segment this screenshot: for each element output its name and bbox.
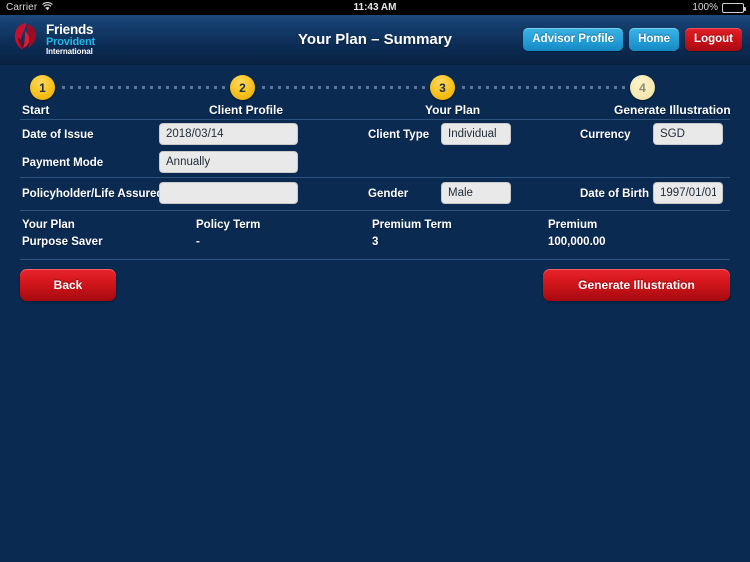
your-plan-value: Purpose Saver [22, 236, 103, 248]
date-of-issue-input[interactable] [159, 123, 298, 145]
payment-mode-label: Payment Mode [22, 157, 104, 169]
stepper-label-start: Start [22, 103, 50, 117]
date-of-birth-label: Date of Birth [580, 188, 649, 200]
client-type-label: Client Type [368, 129, 430, 141]
brand-logo: Friends Provident International [12, 21, 95, 58]
client-type-input[interactable] [441, 123, 511, 145]
date-of-birth-input[interactable] [653, 182, 723, 204]
form-row-3: Policyholder/Life Assured 1 Gender Date … [0, 182, 750, 210]
header-actions: Advisor Profile Home Logout [523, 27, 742, 52]
home-button[interactable]: Home [629, 27, 680, 52]
carrier-label: Carrier [6, 2, 38, 13]
divider-above-actions [20, 259, 730, 260]
premium-value: 100,000.00 [548, 236, 606, 248]
brand-name-line3: International [46, 46, 93, 56]
rose-logo-icon [12, 21, 42, 58]
stepper-step-1-number: 1 [39, 80, 46, 95]
policy-term-heading: Policy Term [196, 219, 261, 231]
summary-form: Date of Issue Client Type Currency Payme… [0, 120, 750, 211]
battery-percent-label: 100% [692, 2, 718, 13]
currency-input[interactable] [653, 123, 723, 145]
status-right-group: 100% [692, 2, 746, 13]
form-row-1: Date of Issue Client Type Currency [0, 123, 750, 151]
date-of-issue-label: Date of Issue [22, 129, 94, 141]
stepper-step-3[interactable]: 3 [430, 75, 455, 100]
advisor-profile-button[interactable]: Advisor Profile [523, 27, 624, 52]
stepper-step-1[interactable]: 1 [30, 75, 55, 100]
status-clock: 11:43 AM [353, 2, 397, 13]
stepper-connector-1-2 [62, 86, 230, 89]
plan-column-premium-term: Premium Term 3 [372, 219, 452, 248]
your-plan-heading: Your Plan [22, 219, 75, 231]
stepper-connector-2-3 [262, 86, 430, 89]
divider-below-form [20, 210, 730, 211]
generate-illustration-button[interactable]: Generate Illustration [543, 269, 730, 301]
gender-input[interactable] [441, 182, 511, 204]
stepper-labels-row: Start Client Profile Your Plan Generate … [0, 103, 750, 121]
premium-heading: Premium [548, 219, 598, 231]
stepper-step-4[interactable]: 4 [630, 75, 655, 100]
brand-logo-text: Friends Provident International [46, 23, 95, 56]
progress-stepper: 1 2 3 4 Start Client Profile Your Plan G… [0, 65, 750, 119]
premium-term-value: 3 [372, 236, 379, 248]
status-left-group: Carrier [6, 1, 54, 14]
premium-term-heading: Premium Term [372, 219, 452, 231]
stepper-label-generate-illustration: Generate Illustration [614, 103, 731, 117]
back-button[interactable]: Back [20, 269, 116, 301]
plan-column-policy-term: Policy Term - [196, 219, 260, 248]
policyholder-label: Policyholder/Life Assured 1 [22, 188, 174, 200]
app-header: Friends Provident International Your Pla… [0, 15, 750, 65]
currency-label: Currency [580, 129, 631, 141]
stepper-connector-3-4 [462, 86, 630, 89]
action-bar: Back Generate Illustration [0, 269, 750, 309]
stepper-step-2[interactable]: 2 [230, 75, 255, 100]
payment-mode-input[interactable] [159, 151, 298, 173]
plan-column-premium: Premium 100,000.00 [548, 219, 606, 248]
divider-above-policyholder-row [20, 177, 730, 178]
battery-full-icon [722, 2, 746, 13]
stepper-step-4-number: 4 [639, 80, 646, 95]
stepper-dots-row: 1 2 3 4 [0, 75, 750, 101]
policyholder-input[interactable] [159, 182, 298, 204]
policy-term-value: - [196, 236, 200, 248]
stepper-label-your-plan: Your Plan [425, 103, 481, 117]
form-row-2: Payment Mode [0, 151, 750, 177]
plan-summary-section: Your Plan Purpose Saver Policy Term - Pr… [0, 219, 750, 259]
gender-label: Gender [368, 188, 409, 200]
ios-status-bar: Carrier 11:43 AM 100% [0, 0, 750, 15]
stepper-step-3-number: 3 [439, 80, 446, 95]
stepper-step-2-number: 2 [239, 80, 246, 95]
stepper-label-client-profile: Client Profile [209, 103, 284, 117]
logout-button[interactable]: Logout [685, 27, 742, 52]
wifi-icon [42, 1, 54, 14]
plan-column-your-plan: Your Plan Purpose Saver [22, 219, 103, 248]
brand-name-line1: Friends [46, 21, 94, 37]
